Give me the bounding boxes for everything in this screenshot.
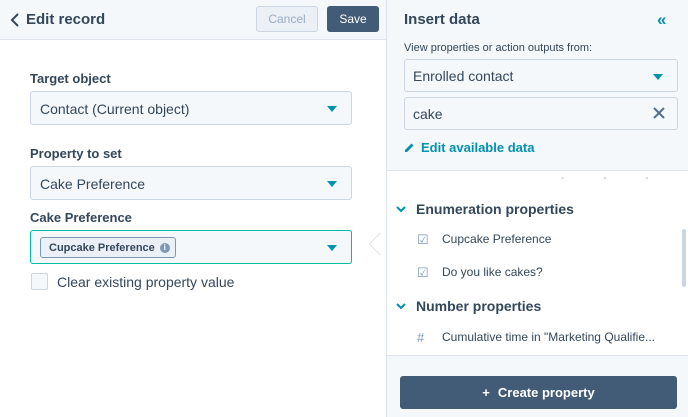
edit-record-panel: Edit record Cancel Save Target object Co…: [0, 0, 386, 417]
panel-header: Edit record Cancel Save: [0, 0, 386, 40]
scrollbar[interactable]: [681, 171, 687, 355]
source-value: Enrolled contact: [413, 68, 514, 84]
clear-value-checkbox[interactable]: [31, 273, 48, 290]
caret-down-icon: [653, 74, 663, 80]
create-property-label: Create property: [497, 385, 595, 400]
scrollbar-thumb[interactable]: [682, 229, 686, 287]
property-token[interactable]: Cupcake Preference i: [40, 237, 176, 258]
checklist-icon: ☑: [417, 264, 429, 280]
item-label: Cupcake Preference: [442, 232, 552, 246]
target-object-select[interactable]: Contact (Current object): [30, 91, 352, 125]
caret-down-icon: [327, 245, 337, 251]
insert-data-panel: Insert data « View properties or action …: [386, 0, 688, 417]
chevron-down-icon: [396, 206, 406, 213]
save-button[interactable]: Save: [327, 6, 379, 32]
create-property-button[interactable]: + Create property: [400, 376, 677, 409]
info-icon[interactable]: i: [159, 242, 170, 253]
caret-down-icon: [327, 106, 337, 112]
page-title: Edit record: [26, 11, 106, 28]
property-results-list: - - - Enumeration properties ☑ Cupcake P…: [387, 170, 688, 355]
scrolled-content-hint: - - -: [561, 173, 667, 184]
double-chevron-left-icon[interactable]: «: [657, 11, 667, 28]
chevron-left-icon[interactable]: [8, 12, 22, 28]
close-icon[interactable]: [651, 105, 667, 121]
chevron-down-icon: [396, 303, 406, 310]
item-label: Do you like cakes?: [442, 265, 543, 279]
cake-preference-select[interactable]: Cupcake Preference i: [30, 230, 352, 264]
view-from-label: View properties or action outputs from:: [404, 42, 593, 54]
edit-available-data-link[interactable]: Edit available data: [404, 140, 534, 155]
checklist-icon: ☑: [417, 231, 429, 247]
property-to-set-select[interactable]: Cake Preference: [30, 166, 352, 200]
list-item[interactable]: # Cumulative time in "Marketing Qualifie…: [417, 330, 655, 344]
property-to-set-value: Cake Preference: [40, 176, 146, 192]
caret-down-icon: [327, 181, 337, 187]
property-token-label: Cupcake Preference: [49, 241, 155, 254]
target-object-value: Contact (Current object): [40, 101, 190, 117]
item-label: Cumulative time in "Marketing Qualifie..…: [442, 330, 656, 344]
hash-icon: #: [417, 329, 425, 345]
list-item[interactable]: ☑ Cupcake Preference: [417, 232, 551, 246]
search-value: cake: [413, 106, 443, 122]
plus-icon: +: [482, 385, 490, 400]
source-select[interactable]: Enrolled contact: [404, 59, 678, 92]
group-title: Enumeration properties: [416, 201, 574, 217]
search-input[interactable]: cake: [404, 97, 678, 130]
group-title: Number properties: [416, 298, 542, 314]
cancel-button[interactable]: Cancel: [256, 6, 318, 32]
cake-preference-label: Cake Preference: [30, 210, 132, 225]
clear-value-label[interactable]: Clear existing property value: [57, 274, 234, 290]
list-item[interactable]: ☑ Do you like cakes?: [417, 265, 543, 279]
target-object-label: Target object: [30, 71, 111, 86]
panel-footer: + Create property: [387, 355, 688, 417]
pencil-icon: [405, 143, 414, 152]
edit-available-data-label: Edit available data: [421, 140, 535, 155]
group-header-enumeration[interactable]: Enumeration properties: [395, 201, 574, 217]
group-header-number[interactable]: Number properties: [395, 298, 541, 314]
property-to-set-label: Property to set: [30, 146, 122, 161]
insert-data-title: Insert data: [404, 11, 480, 28]
